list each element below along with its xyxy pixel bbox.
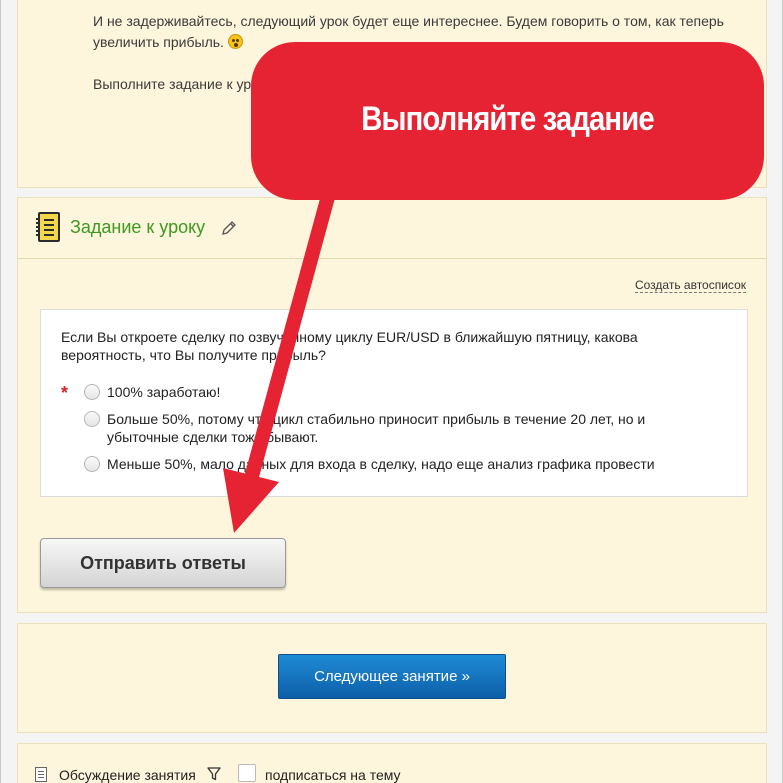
next-lesson-card: Следующее занятие » <box>17 623 767 733</box>
task-title: Задание к уроку <box>70 217 206 237</box>
document-icon <box>35 767 47 782</box>
answer-option-2[interactable]: Больше 50%, потому что цикл стабильно пр… <box>84 410 677 446</box>
answer-option-1[interactable]: 100% заработаю! <box>84 383 677 401</box>
page: И не задерживайтесь, следующий урок буде… <box>0 0 783 783</box>
create-autolist-link[interactable]: Создать автосписок <box>634 278 746 293</box>
notepad-icon <box>36 212 60 242</box>
answer-option-label: Больше 50%, потому что цикл стабильно пр… <box>107 411 646 445</box>
radio-button[interactable] <box>84 456 100 472</box>
task-card: Задание к уроку Создать автосписок Если … <box>17 197 767 613</box>
answer-option-label: Меньше 50%, мало данных для входа в сдел… <box>107 456 655 472</box>
subscribe-label[interactable]: подписаться на тему <box>265 767 401 783</box>
answer-option-label: 100% заработаю! <box>107 384 221 400</box>
surprised-emoji-icon <box>227 34 243 49</box>
radio-button[interactable] <box>84 384 100 400</box>
question-box: Если Вы откроете сделку по озвученному ц… <box>40 309 748 497</box>
question-text: Если Вы откроете сделку по озвученному ц… <box>61 329 638 363</box>
radio-button[interactable] <box>84 411 100 427</box>
discussion-title[interactable]: Обсуждение занятия <box>59 767 196 783</box>
pencil-icon[interactable] <box>221 220 237 236</box>
subscribe-checkbox[interactable] <box>238 764 256 782</box>
answer-option-3[interactable]: Меньше 50%, мало данных для входа в сдел… <box>84 455 677 473</box>
discussion-bar: Обсуждение занятия подписаться на тему <box>17 743 767 783</box>
callout-annotation: Выполняйте задание <box>251 42 764 200</box>
next-lesson-button[interactable]: Следующее занятие » <box>278 654 506 699</box>
required-mark: * <box>61 383 69 403</box>
filter-icon[interactable] <box>207 767 221 781</box>
task-header: Задание к уроку <box>18 198 766 259</box>
callout-text: Выполняйте задание <box>361 100 654 138</box>
submit-answers-button[interactable]: Отправить ответы <box>40 538 286 588</box>
